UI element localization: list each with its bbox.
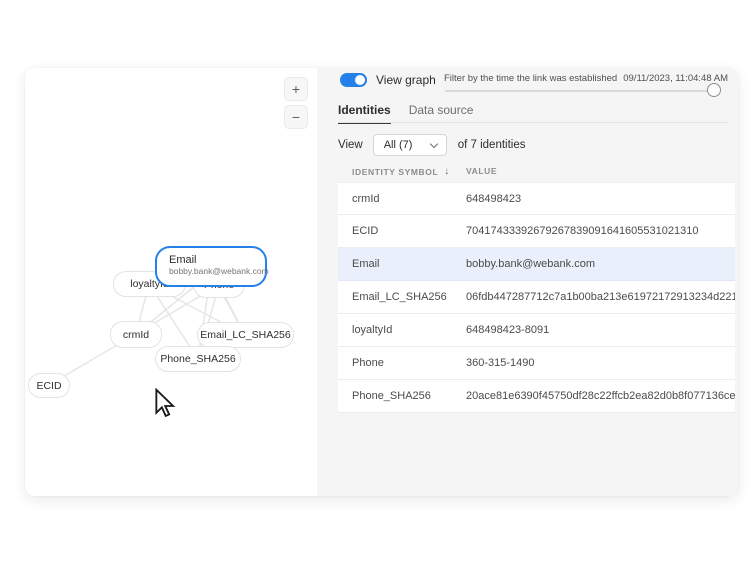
zoom-in-button[interactable]: +: [284, 77, 308, 101]
identity-symbol-cell: crmId: [338, 193, 466, 205]
graph-node-ecid[interactable]: ECID: [28, 373, 70, 398]
table-header-row: IDENTITY SYMBOL ↓ VALUE: [352, 166, 724, 177]
view-graph-label: View graph: [376, 73, 436, 87]
column-header-identity-symbol[interactable]: IDENTITY SYMBOL ↓: [352, 166, 466, 177]
tab-data-source[interactable]: Data source: [409, 103, 474, 124]
dropdown-selected-value: All (7): [384, 139, 413, 151]
identity-symbol-cell: ECID: [338, 225, 466, 237]
table-row[interactable]: loyaltyId 648498423-8091: [338, 314, 735, 347]
plus-icon: +: [292, 82, 300, 96]
identity-value-cell: 360-315-1490: [466, 357, 735, 369]
identity-graph-card: + − Phone loyaltyId crmId Email_LC_SHA25…: [25, 68, 738, 496]
table-row[interactable]: Email_LC_SHA256 06fdb447287712c7a1b00ba2…: [338, 281, 735, 314]
identity-value-cell: 06fdb447287712c7a1b00ba213e6197217291323…: [466, 291, 735, 303]
minus-icon: −: [292, 110, 300, 124]
view-graph-toggle-row: View graph: [340, 73, 436, 87]
identity-symbol-cell: loyaltyId: [338, 324, 466, 336]
identities-side-panel: View graph Filter by the time the link w…: [317, 68, 738, 496]
view-filter-row: View All (7) of 7 identities: [338, 134, 525, 156]
zoom-out-button[interactable]: −: [284, 105, 308, 129]
graph-node-phone-sha256[interactable]: Phone_SHA256: [155, 346, 241, 372]
panel-tabs: Identities Data source: [338, 103, 473, 124]
view-label: View: [338, 139, 363, 151]
identity-value-cell: 648498423-8091: [466, 324, 735, 336]
identity-value-cell: 20ace81e6390f45750df28c22ffcb2ea82d0b8f0…: [466, 390, 735, 402]
tabs-divider: [338, 122, 728, 123]
mouse-cursor-icon: [153, 388, 177, 418]
time-filter-slider-track[interactable]: [445, 90, 710, 92]
identity-symbol-cell: Phone_SHA256: [338, 390, 466, 402]
column-header-value: VALUE: [466, 166, 497, 177]
table-row[interactable]: crmId 648498423: [338, 182, 735, 215]
selected-node-value: bobby.bank@webank.com: [169, 266, 253, 277]
selected-node-label: Email: [169, 254, 253, 266]
sort-descending-icon: ↓: [444, 166, 449, 177]
table-row[interactable]: ECID 70417433392679267839091641605531021…: [338, 215, 735, 248]
time-filter-label: Filter by the time the link was establis…: [444, 73, 617, 84]
identity-symbol-cell: Email: [338, 258, 466, 270]
identity-symbol-header-label: IDENTITY SYMBOL: [352, 167, 438, 177]
identity-symbol-cell: Phone: [338, 357, 466, 369]
identity-filter-dropdown[interactable]: All (7): [373, 134, 447, 156]
identities-count-label: of 7 identities: [458, 139, 526, 151]
graph-node-email-lc-sha256[interactable]: Email_LC_SHA256: [197, 322, 294, 348]
table-row[interactable]: Phone 360-315-1490: [338, 347, 735, 380]
graph-node-crmid[interactable]: crmId: [110, 321, 162, 348]
identities-table: crmId 648498423 ECID 7041743339267926783…: [338, 182, 735, 413]
view-graph-toggle[interactable]: [340, 73, 367, 87]
table-row-selected[interactable]: Email bobby.bank@webank.com: [338, 248, 735, 281]
tab-identities[interactable]: Identities: [338, 103, 391, 124]
identity-value-cell: 70417433392679267839091641605531021310: [466, 225, 735, 237]
chevron-down-icon: [429, 139, 437, 147]
zoom-controls: + −: [284, 77, 308, 129]
time-filter-slider-handle[interactable]: [707, 83, 721, 97]
graph-node-email-selected[interactable]: Email bobby.bank@webank.com: [155, 246, 267, 287]
identity-value-cell: bobby.bank@webank.com: [466, 258, 735, 270]
identity-value-cell: 648498423: [466, 193, 735, 205]
table-row[interactable]: Phone_SHA256 20ace81e6390f45750df28c22ff…: [338, 380, 735, 413]
identity-symbol-cell: Email_LC_SHA256: [338, 291, 466, 303]
graph-panel: + − Phone loyaltyId crmId Email_LC_SHA25…: [25, 68, 317, 496]
